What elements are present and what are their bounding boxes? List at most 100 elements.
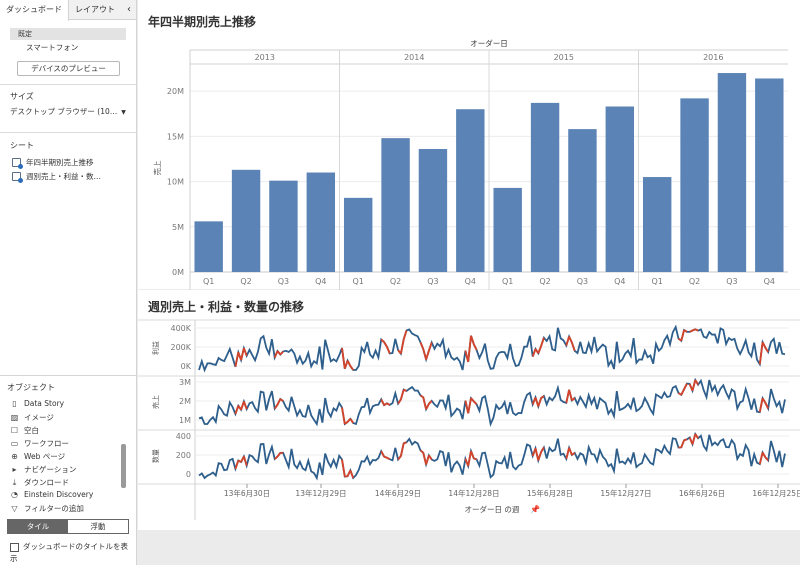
sheet-item[interactable]: 週別売上・利益・数… <box>12 171 101 183</box>
object-blank[interactable]: ☐ 空白 <box>10 425 39 436</box>
x-tick-label: Q3 <box>278 277 289 286</box>
x-tick-label: Q2 <box>390 277 401 286</box>
image-icon: ▨ <box>10 413 19 422</box>
objects-section: オブジェクト ▯ Data Story ▨ イメージ ☐ 空白 ▭ ワークフロー ⊕ We… <box>0 375 137 565</box>
x-tick-label: Q1 <box>651 277 662 286</box>
bar <box>642 177 672 272</box>
object-einstein[interactable]: ◔ Einstein Discovery <box>10 490 93 499</box>
highlight-segment <box>234 328 770 371</box>
sheet-item-label: 週別売上・利益・数… <box>26 172 101 181</box>
x-tick-label: Q4 <box>465 277 476 286</box>
series-line <box>198 431 786 481</box>
size-dropdown-value: デスクトップ ブラウザー (10… <box>10 107 118 116</box>
object-data-story[interactable]: ▯ Data Story <box>10 399 64 408</box>
objects-scrollbar[interactable] <box>121 398 126 506</box>
bar <box>680 98 709 272</box>
x-tick-label: 16年12月25日 <box>752 488 800 498</box>
size-section-label: サイズ <box>10 92 34 101</box>
year-header-label: 2014 <box>404 53 424 62</box>
y-tick-label: 0K <box>181 362 192 371</box>
object-download[interactable]: ⤓ ダウンロード <box>10 477 69 488</box>
year-header-label: 2013 <box>255 53 275 62</box>
x-tick-label: Q3 <box>577 277 588 286</box>
y-tick-label: 0M <box>172 268 184 277</box>
object-label: Web ページ <box>24 452 66 461</box>
x-tick-label: 15年12月27日 <box>600 488 651 498</box>
collapse-panel-icon[interactable]: ‹ <box>122 0 136 19</box>
object-label: ダウンロード <box>24 478 69 487</box>
y-tick-label: 0 <box>186 470 191 479</box>
dashboard-canvas: 年四半期別売上推移 オーダー日 0M 5M 10M 15M 20M 売上 2013 Q1 Q2 Q3… <box>138 0 800 530</box>
divider <box>0 84 137 85</box>
dashboard-side-panel: ダッシュボード レイアウト ‹ 既定 スマートフォン デバイスのプレビュー サイ… <box>0 0 137 565</box>
sheet-item-label: 年四半期別売上推移 <box>26 158 94 167</box>
bar <box>755 78 784 272</box>
bar <box>343 197 373 272</box>
object-add-filter[interactable]: ▽ フィルターの追加 <box>10 503 83 514</box>
x-tick-label: 14年6月29日 <box>375 488 421 498</box>
bar <box>231 169 261 272</box>
object-label: Data Story <box>24 399 65 408</box>
object-label: ワークフロー <box>24 439 69 448</box>
bar <box>418 149 448 272</box>
highlight-segment <box>234 433 769 479</box>
tab-dashboard[interactable]: ダッシュボード <box>0 0 69 21</box>
object-navigation[interactable]: ▸ ナビゲーション <box>10 464 76 475</box>
objects-section-label: オブジェクト <box>7 383 55 392</box>
y-tick-label: 20M <box>167 87 184 96</box>
y-tick-label: 10M <box>167 178 184 187</box>
download-icon: ⤓ <box>12 478 17 487</box>
y-tick-label: 5M <box>172 223 184 232</box>
x-tick-label: 14年12月28日 <box>448 488 499 498</box>
dropdown-arrow-icon: ▼ <box>121 109 126 116</box>
x-tick-label: Q3 <box>726 277 737 286</box>
bar <box>194 221 223 272</box>
x-tick-label: Q4 <box>315 277 326 286</box>
year-header-label: 2015 <box>554 53 574 62</box>
sheets-section-label: シート <box>10 141 34 150</box>
bar <box>269 180 298 272</box>
y-tick-label: 400 <box>176 432 191 441</box>
object-label: イメージ <box>24 413 54 422</box>
series-line <box>198 377 786 427</box>
tab-layout[interactable]: レイアウト <box>69 0 121 19</box>
x-tick-label: 15年6月28日 <box>527 488 573 498</box>
divider <box>0 132 137 133</box>
device-preview-button[interactable]: デバイスのプレビュー <box>17 61 120 76</box>
x-axis-label: オーダー日 の週 <box>465 504 520 514</box>
object-label: 空白 <box>24 426 39 435</box>
y-tick-label: 200 <box>176 451 191 460</box>
object-image[interactable]: ▨ イメージ <box>10 412 54 423</box>
navigation-icon: ▸ <box>12 465 17 474</box>
sheet-item[interactable]: 年四半期別売上推移 <box>12 157 94 169</box>
series-line <box>198 324 786 373</box>
device-phone-item[interactable]: スマートフォン <box>26 42 78 53</box>
object-web-page[interactable]: ⊕ Web ページ <box>10 451 65 462</box>
show-title-label: ダッシュボードのタイトルを表示 <box>10 542 128 563</box>
show-title-checkbox[interactable] <box>10 542 19 552</box>
line-chart: 利益 0K 200K 400K 売上 1M 2M 3M 数量 0 200 400 13年6月30日 13年… <box>138 319 800 520</box>
y-axis-label: 売上 <box>152 160 162 175</box>
object-label: Einstein Discovery <box>24 490 94 499</box>
device-default-item[interactable]: 既定 <box>10 28 126 40</box>
size-dropdown[interactable]: デスクトップ ブラウザー (10… ▼ <box>10 106 126 117</box>
data-story-icon: ▯ <box>12 399 17 408</box>
x-tick-label: 16年6月26日 <box>679 488 725 498</box>
float-button[interactable]: 浮動 <box>68 520 128 533</box>
x-tick-label: Q1 <box>352 277 363 286</box>
object-workflow[interactable]: ▭ ワークフロー <box>10 438 69 449</box>
globe-icon: ⊕ <box>11 452 18 461</box>
bar-chart: オーダー日 0M 5M 10M 15M 20M 売上 2013 Q1 Q2 Q3 Q4 2014 Q1 Q2… <box>138 38 800 290</box>
x-tick-label: Q1 <box>203 277 214 286</box>
scrollbar-thumb[interactable] <box>121 444 126 488</box>
x-tick-label: Q4 <box>764 277 775 286</box>
bar <box>456 109 485 272</box>
tile-float-toggle: タイル 浮動 <box>7 519 129 534</box>
bar <box>530 102 560 272</box>
y-tick-label: 200K <box>170 343 191 352</box>
x-tick-label: 13年12月29日 <box>295 488 346 498</box>
tile-button[interactable]: タイル <box>8 520 68 533</box>
workflow-icon: ▭ <box>10 439 19 448</box>
show-title-option[interactable]: ダッシュボードのタイトルを表示 <box>10 541 132 565</box>
filter-icon: ▽ <box>11 504 18 513</box>
